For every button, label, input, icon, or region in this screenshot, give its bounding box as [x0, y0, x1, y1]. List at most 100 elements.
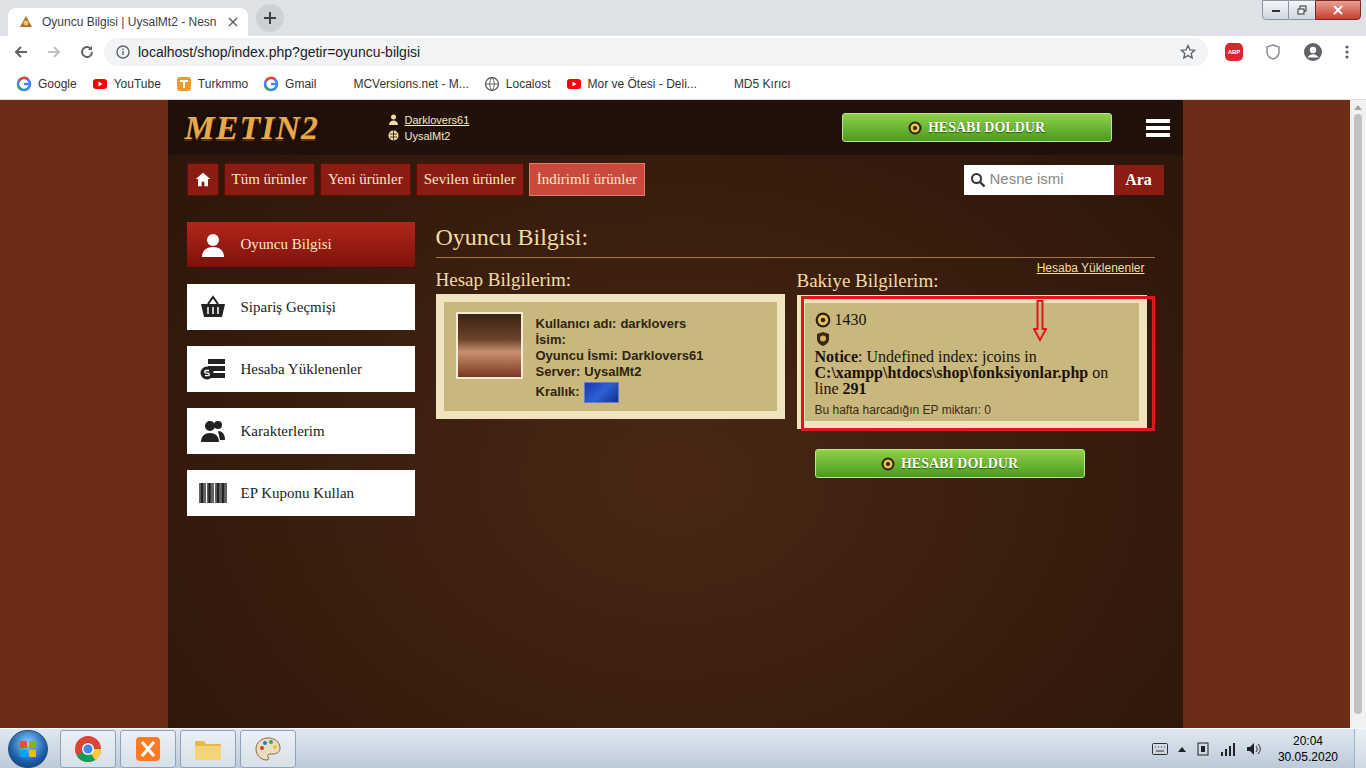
explorer-taskbar-button[interactable] — [180, 730, 236, 768]
action-center-icon[interactable] — [1196, 742, 1210, 756]
close-window-button[interactable] — [1315, 0, 1361, 20]
sidebar-item[interactable]: Sipariş Geçmişi — [187, 284, 415, 330]
sidebar-label: Karakterlerim — [241, 420, 325, 443]
bookmark[interactable]: Localost — [484, 75, 551, 93]
show-hidden-icon[interactable] — [1178, 746, 1186, 752]
search-button[interactable]: Ara — [1114, 165, 1164, 195]
toolbar: localhost/shop/index.php?getir=oyuncu-bi… — [0, 36, 1366, 68]
menu-dots-icon[interactable] — [1345, 44, 1349, 60]
signal-icon[interactable] — [1220, 742, 1236, 756]
fill-account-button[interactable]: HESABI DOLDUR — [842, 113, 1112, 142]
sidebar-label: Hesaba Yüklenenler — [241, 358, 362, 381]
blank-icon — [331, 76, 347, 92]
adblock-extension[interactable]: ABP — [1225, 43, 1243, 61]
paint-taskbar-button[interactable] — [240, 730, 296, 768]
search-input[interactable] — [990, 168, 1108, 191]
clock[interactable]: 20:04 30.05.2020 — [1278, 733, 1338, 765]
shop-body: Oyuncu Bilgisi Sipariş Geçmişi Hesaba Yükl… — [168, 222, 1183, 516]
sidebar-label: Sipariş Geçmişi — [241, 296, 336, 319]
bookmark-label: YouTube — [114, 75, 161, 93]
bookmark[interactable]: YouTube — [92, 75, 161, 93]
shield-icon[interactable] — [1265, 44, 1281, 60]
coin-icon — [815, 312, 831, 328]
search-field[interactable] — [964, 165, 1114, 195]
scroll-up-icon[interactable] — [1354, 104, 1362, 110]
youtube-icon — [566, 76, 582, 92]
sidebar-item[interactable]: Oyuncu Bilgisi — [187, 222, 415, 268]
bookmark[interactable]: MD5 Kırıcı — [712, 75, 791, 93]
info-icon[interactable] — [116, 45, 130, 59]
keyboard-icon[interactable] — [1152, 743, 1168, 755]
nav-item[interactable]: Tüm ürünler — [224, 163, 315, 196]
forward-arrow-icon[interactable] — [46, 44, 62, 60]
topups-link[interactable]: Hesaba Yüklenenler — [1037, 261, 1145, 275]
start-button[interactable] — [8, 730, 48, 768]
turkmmo-icon — [176, 76, 192, 92]
nav-item[interactable]: İndirimli ürünler — [529, 163, 645, 196]
home-icon — [194, 171, 212, 189]
hamburger-icon[interactable] — [1146, 118, 1170, 138]
new-tab-button[interactable] — [256, 4, 284, 32]
coin-balance: 1430 — [835, 311, 867, 329]
notice-line: 291 — [843, 380, 867, 397]
bookmark[interactable]: Mor ve Ötesi - Deli... — [566, 75, 697, 93]
field-value: darklovers — [620, 316, 686, 332]
sidebar-item[interactable]: Hesaba Yüklenenler — [187, 346, 415, 392]
reload-icon[interactable] — [79, 44, 95, 60]
bookmark[interactable]: Gmail — [263, 75, 316, 93]
shop-header: METIN2 Darklovers61 UysalMt2 HESABI DOLD… — [168, 100, 1183, 155]
account-field: Kullanıcı adı:darklovers — [536, 316, 704, 332]
google-icon — [16, 76, 32, 92]
money-icon — [199, 356, 227, 382]
bookmark[interactable]: MCVersions.net - M... — [331, 75, 468, 93]
sidebar: Oyuncu Bilgisi Sipariş Geçmişi Hesaba Yükl… — [187, 222, 415, 516]
sidebar-item[interactable]: Karakterlerim — [187, 408, 415, 454]
viewport: METIN2 Darklovers61 UysalMt2 HESABI DOLD… — [0, 100, 1366, 728]
bookmark[interactable]: Google — [16, 75, 77, 93]
restore-icon — [1297, 5, 1307, 15]
balance-heading: Bakiye Bilgilerim: — [797, 270, 939, 292]
home-button[interactable] — [187, 163, 219, 196]
url-text[interactable]: localhost/shop/index.php?getir=oyuncu-bi… — [138, 42, 1172, 63]
bookmark-label: MD5 Kırıcı — [734, 75, 791, 93]
windows-logo-icon — [18, 739, 38, 759]
sidebar-item[interactable]: EP Kuponu Kullan — [187, 470, 415, 516]
weekly-spend: Bu hafta harcadığın EP miktarı: 0 — [815, 403, 1129, 417]
bookmarks-bar: Google YouTube Turkmmo Gmail MCVersions.net … — [0, 68, 1366, 100]
shop-container: METIN2 Darklovers61 UysalMt2 HESABI DOLD… — [168, 100, 1183, 728]
window-controls — [1262, 0, 1361, 20]
metin2-logo[interactable]: METIN2 — [185, 108, 340, 148]
back-arrow-icon[interactable] — [13, 44, 29, 60]
restore-button[interactable] — [1289, 0, 1315, 20]
username-link[interactable]: Darklovers61 — [405, 113, 470, 127]
browser-tab[interactable]: Oyuncu Bilgisi | UysalMt2 - Nesn — [8, 8, 248, 36]
star-icon[interactable] — [1180, 44, 1196, 60]
balance-card: 1430 Notice: Undefined index: jcoins in … — [797, 295, 1147, 429]
account-heading: Hesap Bilgilerim: — [436, 269, 785, 291]
scroll-thumb[interactable] — [1354, 114, 1362, 714]
nav-item[interactable]: Sevilen ürünler — [416, 163, 524, 196]
page-background: METIN2 Darklovers61 UysalMt2 HESABI DOLD… — [0, 100, 1350, 728]
chrome-taskbar-button[interactable] — [60, 730, 116, 768]
profile-icon[interactable] — [1303, 42, 1323, 62]
nav-item[interactable]: Yeni ürünler — [320, 163, 411, 196]
system-tray: 20:04 30.05.2020 — [1152, 733, 1338, 765]
volume-icon[interactable] — [1246, 742, 1262, 756]
fill-account-button[interactable]: HESABI DOLDUR — [815, 449, 1085, 478]
bookmark-label: Google — [38, 75, 77, 93]
account-card: Kullanıcı adı:darkloversİsim:Oyuncu İsmi… — [436, 294, 785, 419]
globe-icon — [484, 76, 500, 92]
blank-icon — [712, 76, 728, 92]
field-label: Krallık: — [536, 384, 580, 400]
xampp-taskbar-button[interactable] — [120, 730, 176, 768]
notice-label: Notice — [815, 348, 859, 365]
omnibox[interactable]: localhost/shop/index.php?getir=oyuncu-bi… — [104, 38, 1208, 66]
minimize-button[interactable] — [1262, 0, 1289, 20]
scrollbar[interactable] — [1350, 100, 1366, 728]
basket-icon — [199, 294, 227, 320]
shield-coin-icon — [815, 331, 831, 347]
bookmark[interactable]: Turkmmo — [176, 75, 248, 93]
character-avatar — [456, 312, 523, 379]
show-desktop-button[interactable] — [1354, 729, 1366, 768]
notice-message: : Undefined index: jcoins in — [858, 348, 1037, 365]
